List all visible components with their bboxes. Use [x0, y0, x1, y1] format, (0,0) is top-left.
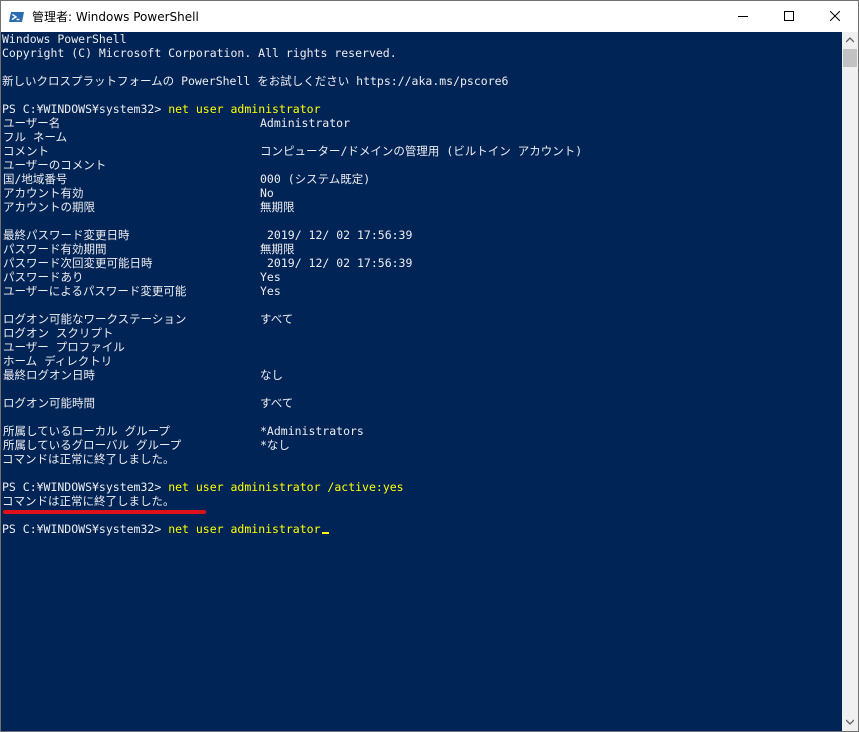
close-button[interactable]	[812, 1, 858, 32]
field-value: 2019/ 12/ 02 17:56:39	[267, 256, 413, 270]
powershell-window: 管理者: Windows PowerShell Windows PowerShe…	[0, 0, 859, 732]
field-label: パスワード次回変更可能日時	[3, 256, 153, 270]
field-value: コンピューター/ドメインの管理用 (ビルトイン アカウント)	[260, 144, 583, 158]
scroll-down-button[interactable]	[842, 714, 858, 731]
red-highlight-underline	[3, 510, 206, 514]
field-value: 無期限	[260, 200, 295, 214]
field-value: *なし	[260, 438, 290, 452]
field-label: 最終ログオン日時	[3, 368, 95, 382]
field-value: 無期限	[260, 242, 295, 256]
field-label: 最終パスワード変更日時	[3, 228, 130, 242]
field-value: Administrator	[260, 116, 351, 130]
field-label: アカウントの期限	[3, 200, 95, 214]
vertical-scrollbar[interactable]	[842, 32, 858, 731]
field-label: 所属しているグローバル グループ	[3, 438, 182, 452]
field-label: 国/地域番号	[3, 172, 68, 186]
field-label: フル ネーム	[3, 130, 68, 144]
scroll-up-button[interactable]	[842, 32, 858, 49]
field-value: Yes	[260, 270, 281, 284]
command-line: PS C:¥WINDOWS¥system32> net user adminis…	[2, 102, 321, 116]
banner-line: Copyright (C) Microsoft Corporation. All…	[2, 46, 397, 60]
command-input[interactable]: net user administrator	[168, 522, 320, 536]
field-label: ユーザーのコメント	[3, 158, 107, 172]
window-title: 管理者: Windows PowerShell	[32, 10, 199, 24]
text-cursor	[321, 532, 329, 534]
field-label: ログオン可能なワークステーション	[3, 312, 187, 326]
powershell-icon[interactable]	[9, 9, 25, 25]
arrow-down-icon	[846, 719, 854, 725]
minimize-button[interactable]	[720, 1, 766, 32]
field-label: パスワード有効期間	[3, 242, 107, 256]
command-text: net user administrator	[168, 102, 321, 116]
field-value: なし	[260, 368, 283, 382]
field-label: コメント	[3, 144, 49, 158]
field-label: 所属しているローカル グループ	[3, 424, 170, 438]
command-line[interactable]: PS C:¥WINDOWS¥system32> net user adminis…	[2, 522, 329, 536]
banner-line: Windows PowerShell	[2, 32, 127, 46]
completion-message: コマンドは正常に終了しました。	[2, 494, 175, 508]
arrow-up-icon	[846, 37, 854, 43]
prompt: PS C:¥WINDOWS¥system32>	[2, 522, 162, 536]
field-value: *Administrators	[260, 424, 364, 438]
field-value: 000 (システム既定)	[260, 172, 371, 186]
command-text: net user administrator /active:yes	[168, 480, 404, 494]
prompt: PS C:¥WINDOWS¥system32>	[2, 480, 162, 494]
field-label: ログオン可能時間	[3, 396, 95, 410]
field-value: 2019/ 12/ 02 17:56:39	[267, 228, 413, 242]
field-label: ユーザーによるパスワード変更可能	[3, 284, 187, 298]
maximize-icon	[784, 11, 794, 21]
command-line: PS C:¥WINDOWS¥system32> net user adminis…	[2, 480, 404, 494]
title-bar[interactable]: 管理者: Windows PowerShell	[1, 1, 858, 32]
console-output[interactable]: Windows PowerShell Copyright (C) Microso…	[1, 32, 842, 731]
field-label: ログオン スクリプト	[3, 326, 114, 340]
field-value: すべて	[260, 312, 294, 326]
completion-message: コマンドは正常に終了しました。	[2, 452, 175, 466]
field-label: ホーム ディレクトリ	[3, 354, 113, 368]
field-label: アカウント有効	[3, 186, 84, 200]
field-label: ユーザー名	[3, 116, 61, 130]
scroll-thumb[interactable]	[843, 49, 857, 67]
close-icon	[830, 11, 840, 21]
field-value: すべて	[260, 396, 294, 410]
field-value: No	[260, 186, 274, 200]
minimize-icon	[738, 16, 748, 17]
banner-line: 新しいクロスプラットフォームの PowerShell をお試しください http…	[2, 74, 509, 88]
prompt: PS C:¥WINDOWS¥system32>	[2, 102, 162, 116]
field-label: パスワードあり	[3, 270, 84, 284]
field-value: Yes	[260, 284, 281, 298]
field-label: ユーザー プロファイル	[3, 340, 125, 354]
maximize-button[interactable]	[766, 1, 812, 32]
